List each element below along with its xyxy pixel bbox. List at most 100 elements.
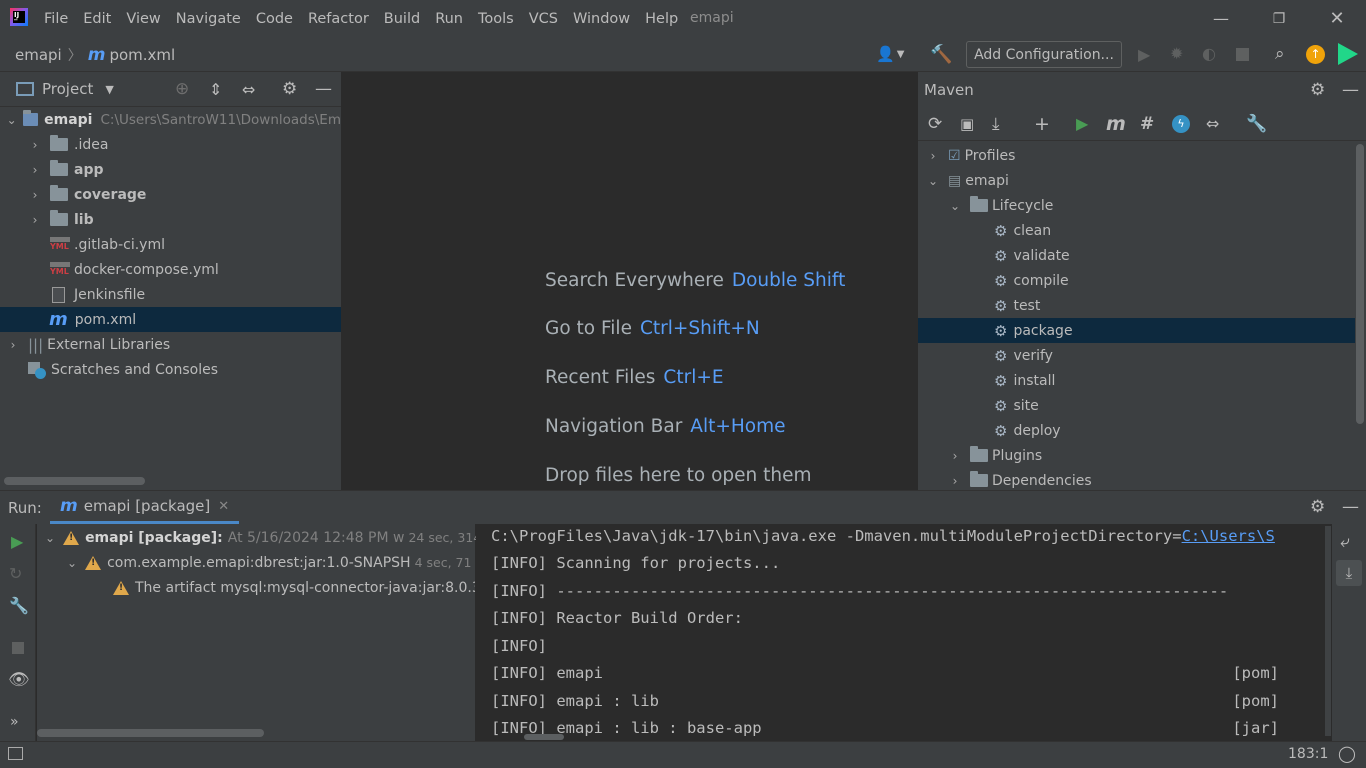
code-with-me-icon[interactable] [1338,43,1358,65]
menu-help[interactable]: Help [645,11,678,27]
console-vertical-scrollbar[interactable] [1325,526,1331,736]
maven-goal-install[interactable]: ⚙ install [918,368,1355,393]
scroll-to-end-icon[interactable]: ⤓ [1336,560,1362,586]
settings-gear-icon[interactable]: ⚙ [1310,497,1325,517]
menu-view[interactable]: View [126,11,160,27]
tree-item-idea[interactable]: › .idea [0,132,341,157]
menu-tools[interactable]: Tools [478,11,514,27]
tree-item-lib[interactable]: › lib [0,207,341,232]
run-disabled-icon[interactable]: ▶ [1138,45,1150,64]
tool-windows-toggle-icon[interactable] [8,747,23,760]
reload-icon[interactable]: ⟳ [928,114,942,134]
restore-button[interactable]: ❐ [1250,0,1308,37]
tree-item-gitlab-ci[interactable]: YML .gitlab-ci.yml [0,232,341,257]
settings-gear-icon[interactable]: ⚙ [1310,80,1325,100]
run-icon[interactable]: ▶ [1076,114,1088,133]
horizontal-scrollbar[interactable] [4,477,145,485]
menu-edit[interactable]: Edit [83,11,111,27]
vertical-scrollbar[interactable] [1356,144,1364,424]
horizontal-scrollbar[interactable] [524,734,564,740]
maven-goal-verify[interactable]: ⚙ verify [918,343,1355,368]
project-panel-title[interactable]: Project [42,80,93,98]
tree-item-external-libraries[interactable]: › ||| External Libraries [0,332,341,357]
build-node-emapi-package[interactable]: ⌄ emapi [package]: At 5/16/2024 12:48 PM… [37,525,504,550]
maven-project[interactable]: ⌄ ▤ emapi [918,168,1355,193]
build-hammer-icon[interactable]: 🔨 [930,44,952,65]
stop-disabled-icon[interactable] [1236,48,1249,61]
project-root[interactable]: ⌄ emapi C:\Users\SantroW11\Downloads\Em [0,107,341,132]
gear-icon: ⚙ [994,271,1008,290]
build-node-artifact-warning[interactable]: The artifact mysql:mysql-connector-java:… [37,575,475,600]
collapse-all-icon[interactable]: ⇔ [242,80,255,99]
menu-refactor[interactable]: Refactor [308,11,369,27]
menu-code[interactable]: Code [256,11,293,27]
generate-sources-icon[interactable]: ▣ [960,115,974,133]
maven-goal-clean[interactable]: ⚙ clean [918,218,1355,243]
hide-panel-icon[interactable]: — [1342,80,1359,100]
toggle-offline-icon[interactable]: # [1140,114,1154,134]
breadcrumb-file[interactable]: pom.xml [109,46,175,64]
maven-goal-package[interactable]: ⚙ package [918,318,1355,343]
menu-window[interactable]: Window [573,11,630,27]
maven-goal-validate[interactable]: ⚙ validate [918,243,1355,268]
run-panel: Run: m emapi [package] ✕ ⚙ — ▶ ↻ 🔧 👁 » ⌄… [0,490,1366,742]
maven-goal-test[interactable]: ⚙ test [918,293,1355,318]
console-output[interactable]: C:\ProgFiles\Java\jdk-17\bin\java.exe -D… [476,524,1332,742]
settings-gear-icon[interactable]: ⚙ [282,79,297,99]
console-link[interactable]: C:\Users\S [1182,527,1275,545]
close-window-button[interactable]: ✕ [1308,0,1366,37]
add-icon[interactable]: + [1034,113,1050,135]
user-menu-button[interactable]: 👤 ▼ [876,45,904,63]
update-icon[interactable]: ↑ [1306,45,1325,64]
tree-item-jenkinsfile[interactable]: Jenkinsfile [0,282,341,307]
console-text: [INFO] ---------------------------------… [491,582,1229,600]
maven-profiles[interactable]: › ☑ Profiles [918,143,1355,168]
maven-goal-deploy[interactable]: ⚙ deploy [918,418,1355,443]
more-actions-icon[interactable]: » [10,714,19,730]
maven-lifecycle[interactable]: ⌄ Lifecycle [918,193,1355,218]
tree-item-app[interactable]: › app [0,157,341,182]
rerun-failed-icon[interactable]: ↻ [9,564,22,583]
stop-icon[interactable] [12,642,24,654]
caret-position[interactable]: 183:1 [1288,746,1328,762]
minimize-button[interactable]: — [1192,0,1250,37]
maven-plugins[interactable]: › Plugins [918,443,1355,468]
tree-item-label: package [1013,322,1073,339]
menu-vcs[interactable]: VCS [529,11,558,27]
coverage-disabled-icon[interactable]: ◐ [1202,44,1216,63]
menu-build[interactable]: Build [384,11,420,27]
tree-item-docker-compose[interactable]: YML docker-compose.yml [0,257,341,282]
tree-item-scratches[interactable]: Scratches and Consoles [0,357,341,382]
horizontal-scrollbar[interactable] [37,729,264,737]
locate-file-icon[interactable]: ⊕ [175,79,189,99]
menu-file[interactable]: File [44,11,68,27]
add-configuration-button[interactable]: Add Configuration... [966,41,1122,68]
menu-run[interactable]: Run [435,11,463,27]
project-view-dropdown-icon[interactable]: ▼ [105,83,113,96]
breadcrumb-project[interactable]: emapi [15,46,62,64]
expand-all-icon[interactable]: ⇕ [209,80,222,99]
collapse-all-icon[interactable]: ⇔ [1206,114,1219,133]
search-icon[interactable]: ⌕ [1275,44,1285,64]
hide-panel-icon[interactable]: — [1342,497,1359,517]
rerun-icon[interactable]: ▶ [11,532,23,551]
modify-run-config-wrench-icon[interactable]: 🔧 [9,596,29,615]
maven-settings-wrench-icon[interactable]: 🔧 [1246,114,1267,134]
download-icon[interactable]: ⤓ [992,114,1000,134]
build-node-dbrest[interactable]: ⌄ com.example.emapi:dbrest:jar:1.0-SNAPS… [37,550,494,575]
run-tab-emapi-package[interactable]: m emapi [package] ✕ [50,491,240,524]
hide-panel-icon[interactable]: — [315,79,332,99]
tree-item-pom[interactable]: m pom.xml [0,307,341,332]
skip-tests-icon[interactable]: ϟ [1172,114,1190,133]
soft-wrap-icon[interactable]: ⤶ [1340,532,1350,552]
notifications-icon[interactable]: ◯ [1338,744,1356,763]
maven-goal-site[interactable]: ⚙ site [918,393,1355,418]
menu-navigate[interactable]: Navigate [176,11,241,27]
tree-item-coverage[interactable]: › coverage [0,182,341,207]
execute-goal-icon[interactable]: m [1106,113,1126,135]
eye-icon[interactable]: 👁 [8,670,30,690]
close-tab-icon[interactable]: ✕ [218,499,229,514]
debug-disabled-icon[interactable]: ✹ [1170,44,1183,63]
maven-goal-compile[interactable]: ⚙ compile [918,268,1355,293]
breadcrumb: emapi 〉 m pom.xml [15,37,175,72]
